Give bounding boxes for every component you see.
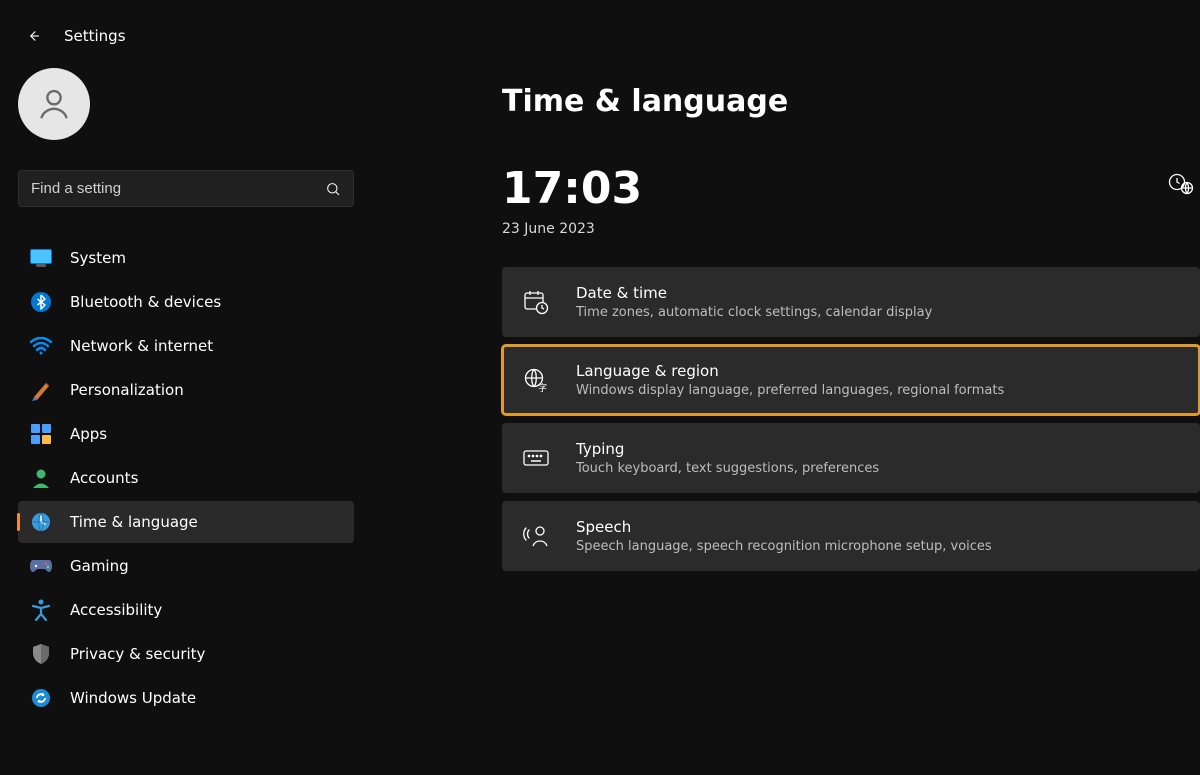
accessibility-icon — [30, 599, 52, 621]
clock-time: 17:03 — [502, 167, 642, 211]
card-subtitle: Windows display language, preferred lang… — [576, 383, 1004, 398]
sidebar-item-accessibility[interactable]: Accessibility — [18, 589, 354, 631]
sidebar-item-time-language[interactable]: Time & language — [18, 501, 354, 543]
card-subtitle: Time zones, automatic clock settings, ca… — [576, 305, 932, 320]
card-title: Date & time — [576, 284, 932, 302]
card-title: Speech — [576, 518, 992, 536]
sidebar-item-label: Accessibility — [70, 601, 162, 619]
main-content: Time & language 17:03 23 June 2023 — [372, 54, 1200, 775]
keyboard-icon — [522, 444, 550, 472]
system-icon — [30, 247, 52, 269]
app-title: Settings — [64, 27, 126, 45]
back-button[interactable] — [22, 25, 44, 47]
search-icon — [325, 181, 341, 197]
sidebar-item-label: Windows Update — [70, 689, 196, 707]
sidebar-item-system[interactable]: System — [18, 237, 354, 279]
sidebar-item-label: Time & language — [70, 513, 198, 531]
back-arrow-icon — [24, 27, 42, 45]
sidebar-item-label: Privacy & security — [70, 645, 205, 663]
sidebar-item-label: Gaming — [70, 557, 129, 575]
globe-language-icon: 字 — [522, 366, 550, 394]
search-input[interactable] — [31, 180, 325, 197]
apps-icon — [30, 423, 52, 445]
card-title: Language & region — [576, 362, 1004, 380]
update-icon — [30, 687, 52, 709]
card-typing[interactable]: Typing Touch keyboard, text suggestions,… — [502, 423, 1200, 493]
clock-row: 17:03 23 June 2023 — [502, 167, 1200, 237]
speech-icon — [522, 522, 550, 550]
calendar-clock-icon — [522, 288, 550, 316]
user-icon — [35, 85, 73, 123]
wifi-icon — [30, 335, 52, 357]
page-title: Time & language — [502, 84, 1200, 119]
sidebar: System Bluetooth & devices Network & int… — [0, 54, 372, 775]
card-title: Typing — [576, 440, 879, 458]
sidebar-item-privacy[interactable]: Privacy & security — [18, 633, 354, 675]
sidebar-item-accounts[interactable]: Accounts — [18, 457, 354, 499]
card-subtitle: Speech language, speech recognition micr… — [576, 539, 992, 554]
sidebar-item-label: Accounts — [70, 469, 138, 487]
sidebar-item-gaming[interactable]: Gaming — [18, 545, 354, 587]
gaming-icon — [30, 555, 52, 577]
card-date-time[interactable]: Date & time Time zones, automatic clock … — [502, 267, 1200, 337]
search-box[interactable] — [18, 170, 354, 207]
sidebar-item-label: Apps — [70, 425, 107, 443]
card-language-region[interactable]: 字 Language & region Windows display lang… — [502, 345, 1200, 415]
additional-clocks-button[interactable] — [1168, 173, 1194, 199]
shield-icon — [30, 643, 52, 665]
sidebar-nav: System Bluetooth & devices Network & int… — [18, 237, 354, 719]
bluetooth-icon — [30, 291, 52, 313]
clock-globe-icon — [1168, 173, 1194, 195]
avatar[interactable] — [18, 68, 90, 140]
paintbrush-icon — [30, 379, 52, 401]
sidebar-item-apps[interactable]: Apps — [18, 413, 354, 455]
svg-text:字: 字 — [538, 382, 547, 393]
sidebar-item-network[interactable]: Network & internet — [18, 325, 354, 367]
clock-globe-icon — [30, 511, 52, 533]
sidebar-item-personalization[interactable]: Personalization — [18, 369, 354, 411]
main-layout: System Bluetooth & devices Network & int… — [0, 54, 1200, 775]
clock-date: 23 June 2023 — [502, 221, 642, 237]
sidebar-item-windows-update[interactable]: Windows Update — [18, 677, 354, 719]
app-header: Settings — [0, 0, 1200, 54]
sidebar-item-bluetooth[interactable]: Bluetooth & devices — [18, 281, 354, 323]
accounts-icon — [30, 467, 52, 489]
settings-cards: Date & time Time zones, automatic clock … — [502, 267, 1200, 571]
card-subtitle: Touch keyboard, text suggestions, prefer… — [576, 461, 879, 476]
card-speech[interactable]: Speech Speech language, speech recogniti… — [502, 501, 1200, 571]
sidebar-item-label: System — [70, 249, 126, 267]
sidebar-item-label: Bluetooth & devices — [70, 293, 221, 311]
sidebar-item-label: Network & internet — [70, 337, 213, 355]
sidebar-item-label: Personalization — [70, 381, 184, 399]
